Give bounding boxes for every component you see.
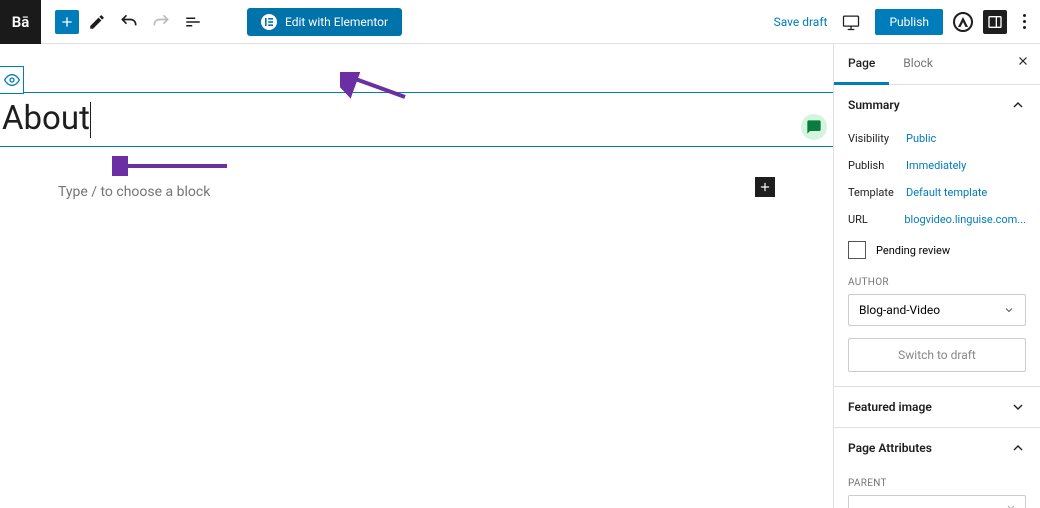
publish-label: Publish: [848, 159, 906, 172]
settings-panel-toggle[interactable]: [983, 10, 1007, 34]
featured-image-title: Featured image: [848, 400, 932, 414]
preview-button[interactable]: [837, 8, 865, 36]
page-title-input[interactable]: About: [0, 99, 91, 138]
pending-review-checkbox[interactable]: [848, 241, 866, 259]
template-row: Template Default template: [848, 179, 1026, 206]
text-cursor: [90, 102, 91, 138]
template-value[interactable]: Default template: [906, 186, 987, 199]
close-icon: [1016, 54, 1030, 68]
page-attributes-title: Page Attributes: [848, 441, 932, 455]
redo-button: [147, 8, 175, 36]
close-icon: [1005, 503, 1017, 508]
editor-content: About Type / to choose a block: [0, 44, 833, 508]
options-menu-button[interactable]: [1017, 14, 1032, 29]
settings-sidebar: Page Block Summary Visibility Public Pub…: [833, 44, 1040, 508]
url-label: URL: [848, 213, 904, 226]
title-text: About: [2, 99, 90, 138]
featured-image-header[interactable]: Featured image: [834, 387, 1040, 427]
main-area: About Type / to choose a block Page Bloc…: [0, 44, 1040, 508]
edit-with-elementor-button[interactable]: Edit with Elementor: [247, 8, 402, 36]
tab-page[interactable]: Page: [834, 44, 889, 85]
author-value: Blog-and-Video: [859, 303, 940, 317]
plus-icon: [59, 14, 75, 30]
sidebar-tabs: Page Block: [834, 44, 1040, 85]
dot-icon: [1023, 26, 1026, 29]
chat-icon: [806, 119, 822, 135]
pencil-icon: [88, 13, 106, 31]
summary-body: Visibility Public Publish Immediately Te…: [834, 125, 1040, 386]
url-value[interactable]: blogvideo.linguise.com...: [904, 213, 1026, 226]
elementor-logo-icon: [261, 14, 277, 30]
list-view-button[interactable]: [179, 8, 207, 36]
toolbar-left: Edit with Elementor: [41, 8, 402, 36]
chevron-up-icon: [1010, 440, 1026, 456]
close-panel-button[interactable]: [1016, 54, 1030, 68]
summary-panel: Summary Visibility Public Publish Immedi…: [834, 85, 1040, 387]
annotation-arrow-icon: [112, 156, 232, 176]
edit-mode-button[interactable]: [83, 8, 111, 36]
tab-block[interactable]: Block: [889, 44, 947, 84]
page-attributes-body: PARENT: [834, 478, 1040, 508]
toolbar-right: Save draft Publish: [774, 8, 1040, 36]
list-view-icon: [184, 13, 202, 31]
elementor-label: Edit with Elementor: [285, 15, 388, 29]
chat-assist-button[interactable]: [801, 114, 827, 140]
undo-button[interactable]: [115, 8, 143, 36]
clear-parent-button[interactable]: [1005, 503, 1017, 508]
preview-eye-tab[interactable]: [0, 66, 24, 94]
chevron-up-icon: [1010, 97, 1026, 113]
pending-review-row: Pending review: [848, 233, 1026, 267]
chevron-down-icon: [1010, 399, 1026, 415]
author-select[interactable]: Blog-and-Video: [848, 294, 1026, 326]
pending-review-label: Pending review: [876, 244, 950, 257]
desktop-icon: [841, 12, 861, 32]
summary-header[interactable]: Summary: [834, 85, 1040, 125]
astra-icon: [957, 16, 969, 28]
site-logo[interactable]: Bā: [0, 0, 41, 44]
dot-icon: [1023, 14, 1026, 17]
chevron-down-icon: [1003, 304, 1015, 316]
author-heading: AUTHOR: [848, 277, 1026, 288]
parent-select[interactable]: [848, 495, 1026, 508]
dot-icon: [1023, 20, 1026, 23]
featured-image-panel: Featured image: [834, 387, 1040, 428]
publish-value[interactable]: Immediately: [906, 159, 966, 172]
visibility-value[interactable]: Public: [906, 132, 936, 145]
title-block[interactable]: About: [0, 92, 833, 147]
publish-button[interactable]: Publish: [875, 9, 943, 35]
add-block-inline-button[interactable]: [755, 177, 775, 197]
url-row: URL blogvideo.linguise.com...: [848, 206, 1026, 233]
summary-title: Summary: [848, 98, 900, 112]
add-block-button[interactable]: [55, 10, 79, 34]
eye-icon: [4, 72, 20, 88]
block-insert-area[interactable]: Type / to choose a block: [58, 181, 775, 200]
block-placeholder-text: Type / to choose a block: [58, 184, 210, 200]
top-toolbar: Bā Edit with Elementor Save draft Publis…: [0, 0, 1040, 44]
parent-heading: PARENT: [848, 478, 1026, 489]
visibility-label: Visibility: [848, 132, 906, 145]
template-label: Template: [848, 186, 906, 199]
plus-icon: [758, 180, 772, 194]
page-attributes-header[interactable]: Page Attributes: [834, 428, 1040, 468]
page-attributes-panel: Page Attributes PARENT: [834, 428, 1040, 508]
publish-row: Publish Immediately: [848, 152, 1026, 179]
redo-icon: [151, 12, 171, 32]
undo-icon: [119, 12, 139, 32]
sidebar-icon: [987, 14, 1003, 30]
save-draft-link[interactable]: Save draft: [774, 15, 828, 29]
astra-settings-button[interactable]: [953, 12, 973, 32]
visibility-row: Visibility Public: [848, 125, 1026, 152]
switch-to-draft-button[interactable]: Switch to draft: [848, 338, 1026, 372]
